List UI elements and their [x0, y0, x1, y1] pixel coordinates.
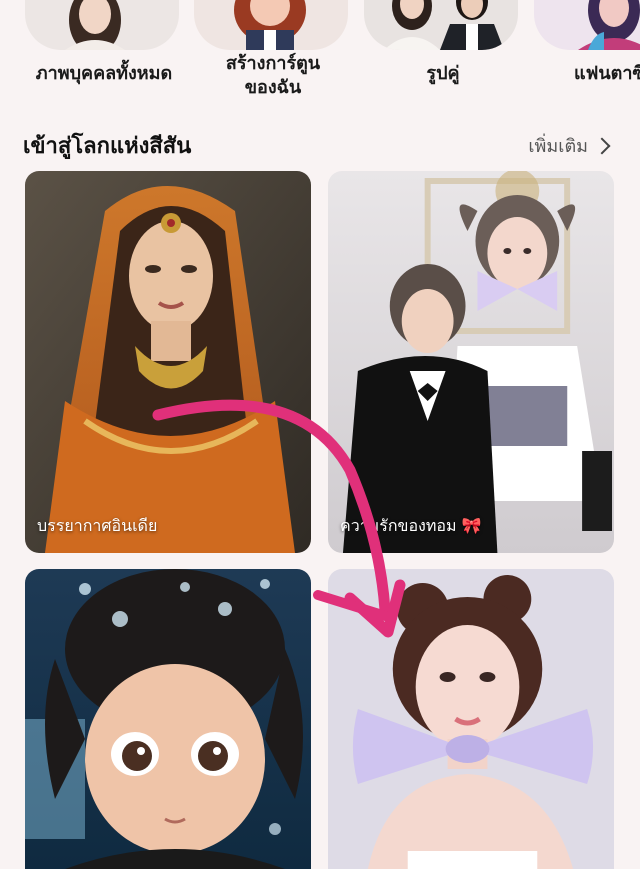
card-image	[328, 171, 614, 553]
category-couple[interactable]: รูปคู่	[364, 0, 522, 110]
template-card-indian[interactable]: บรรยากาศอินเดีย	[25, 171, 311, 553]
category-thumbnail	[25, 0, 179, 50]
see-more-label: เพิ่มเติม	[528, 136, 588, 157]
category-my-cartoon[interactable]: สร้างการ์ตูน ของฉัน	[194, 0, 352, 110]
category-label: รูปคู่	[426, 63, 460, 84]
card-caption: ความรักของทอม 🎀	[340, 516, 482, 535]
template-card-bow-portrait[interactable]	[328, 569, 614, 869]
see-more-link[interactable]: เพิ่มเติม	[528, 131, 612, 160]
chevron-right-icon	[593, 137, 611, 154]
category-thumbnail	[194, 0, 348, 50]
section-title: เข้าสู่โลกแห่งสีสัน	[23, 134, 192, 159]
category-thumbnail	[364, 0, 518, 50]
card-image	[25, 569, 311, 869]
category-all-portraits[interactable]: ภาพบุคคลทั้งหมด	[25, 0, 183, 110]
template-card-underwater[interactable]	[25, 569, 311, 869]
card-image	[328, 569, 614, 869]
template-card-toms-love[interactable]: ความรักของทอม 🎀	[328, 171, 614, 553]
category-label: สร้างการ์ตูน ของฉัน	[225, 53, 321, 98]
card-image	[25, 171, 311, 553]
category-fantasy[interactable]: แฟนตาซี	[534, 0, 640, 110]
category-strip: ภาพบุคคลทั้งหมด สร้างการ์ตูน ของฉัน รูปค…	[0, 0, 640, 110]
card-caption: บรรยากาศอินเดีย	[37, 516, 158, 535]
category-label: ภาพบุคคลทั้งหมด	[35, 63, 173, 84]
category-label: แฟนตาซี	[574, 63, 640, 84]
category-thumbnail	[534, 0, 640, 50]
